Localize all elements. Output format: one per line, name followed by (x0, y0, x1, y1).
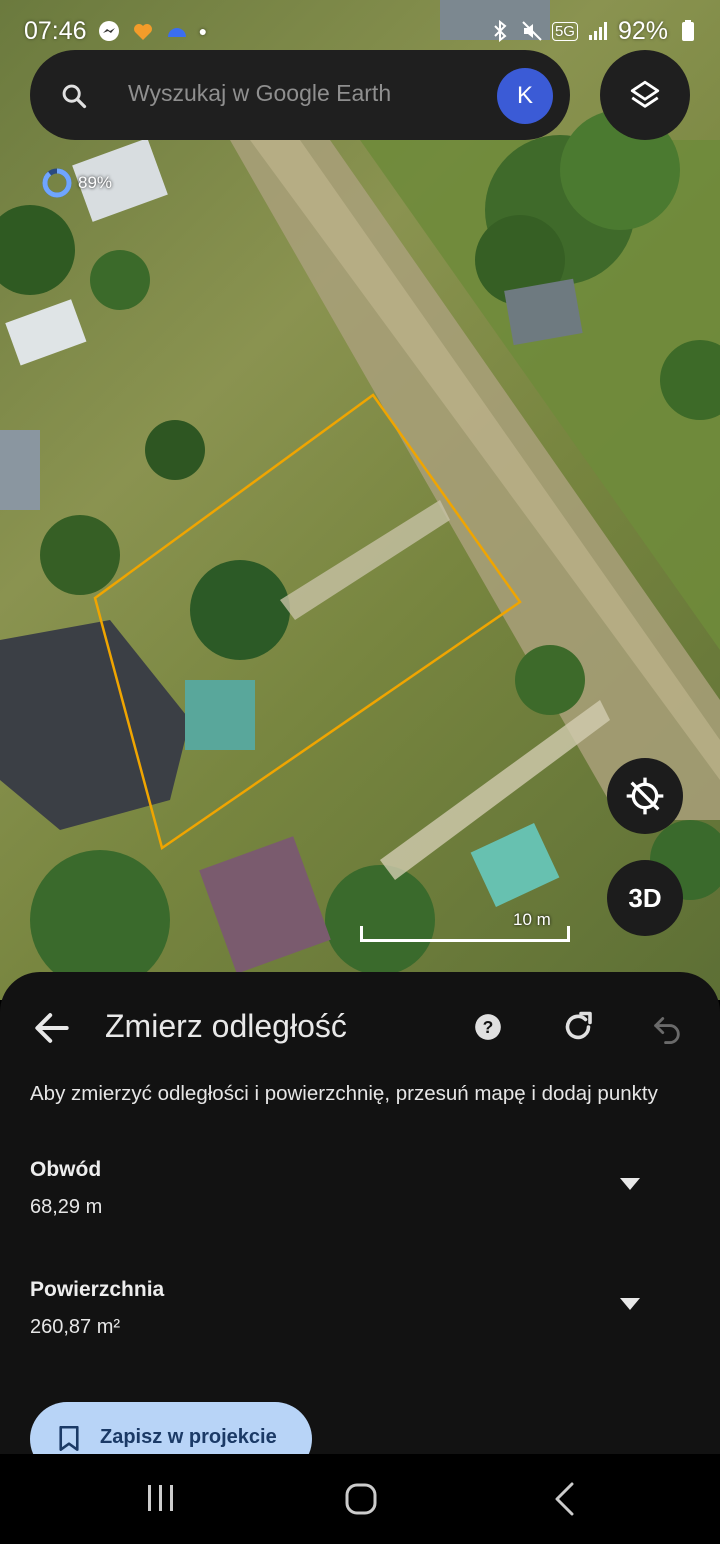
sheet-title: Zmierz odległość (105, 1008, 347, 1044)
search-bar[interactable]: Wyszukaj w Google Earth K (30, 50, 570, 140)
loading-percent: 89% (78, 173, 113, 192)
undo-icon[interactable] (650, 1010, 684, 1044)
mute-icon (522, 21, 542, 41)
chevron-down-icon[interactable] (620, 1298, 640, 1310)
perimeter-label: Obwód (30, 1158, 102, 1181)
battery-icon (682, 20, 694, 41)
avatar[interactable]: K (497, 68, 553, 124)
battery-percent: 92% (617, 16, 668, 45)
area-label: Powierzchnia (30, 1278, 165, 1301)
messenger-icon (98, 21, 119, 41)
perimeter-row[interactable]: Obwód 68,29 m (0, 1158, 720, 1258)
search-input[interactable]: Wyszukaj w Google Earth (128, 80, 391, 107)
layers-button[interactable] (600, 50, 690, 140)
search-icon[interactable] (60, 82, 88, 110)
area-row[interactable]: Powierzchnia 260,87 m² (0, 1278, 720, 1378)
gps-off-icon (626, 777, 664, 815)
chevron-down-icon[interactable] (620, 1178, 640, 1190)
save-label: Zapisz w projekcie (100, 1426, 277, 1448)
refresh-icon[interactable] (560, 1009, 596, 1045)
loading-ring-icon (42, 168, 72, 198)
satellite-map[interactable] (0, 0, 720, 1000)
loading-indicator: 89% (40, 166, 112, 200)
heart-icon (133, 24, 152, 40)
home-icon[interactable] (344, 1482, 378, 1516)
sheet-header: Zmierz odległość ? (0, 972, 720, 1082)
save-to-project-button[interactable]: Zapisz w projekcie (30, 1402, 312, 1454)
network-badge: 5G (551, 21, 578, 41)
3d-toggle-button[interactable]: 3D (607, 860, 683, 936)
scale-bar: 10 m (360, 906, 570, 946)
layers-icon (630, 80, 660, 108)
status-time: 07:46 (24, 16, 87, 45)
signal-icon (588, 22, 607, 40)
area-value: 260,87 m² (30, 1316, 121, 1338)
scale-line (360, 926, 570, 942)
bluetooth-icon (494, 19, 507, 43)
recent-apps-icon[interactable] (145, 1482, 177, 1514)
svg-text:?: ? (483, 1017, 494, 1037)
measure-sheet: Zmierz odległość ? Aby zmierzyć odległoś… (0, 972, 720, 1454)
back-nav-icon[interactable] (552, 1482, 576, 1516)
instructions-text: Aby zmierzyć odległości i powierzchnię, … (30, 1082, 658, 1105)
recenter-button[interactable] (607, 758, 683, 834)
help-icon[interactable]: ? (474, 1013, 502, 1041)
map-imagery (0, 0, 720, 990)
perimeter-value: 68,29 m (30, 1196, 103, 1218)
weather-icon (167, 28, 186, 37)
back-arrow-icon[interactable] (30, 1006, 74, 1050)
bookmark-icon (59, 1426, 79, 1451)
system-nav-bar (0, 1454, 720, 1544)
